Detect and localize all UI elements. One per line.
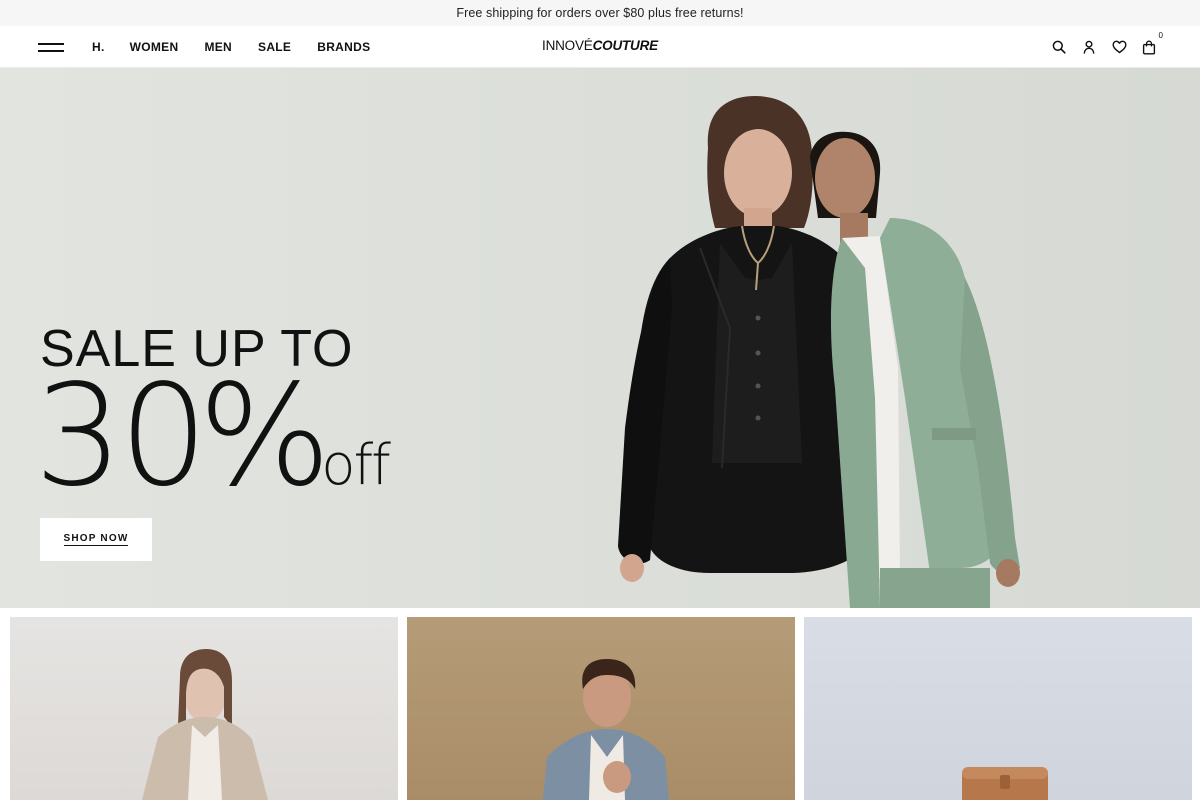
bag-icon[interactable]: 0 [1138,31,1163,58]
nav-sale[interactable]: SALE [258,40,291,54]
hero-discount-off: off [321,433,391,498]
site-header: H. WOMEN MEN SALE BRANDS INNOVÉCOUTURE 0 [0,26,1200,68]
user-icon[interactable] [1078,36,1100,58]
announcement-bar: Free shipping for orders over $80 plus f… [0,0,1200,26]
category-tile-accessories[interactable] [804,617,1192,800]
search-icon[interactable] [1048,36,1070,58]
main-nav: H. WOMEN MEN SALE BRANDS [92,26,396,68]
heart-icon[interactable] [1108,36,1130,58]
nav-brands[interactable]: BRANDS [317,40,370,54]
hero-discount-percent: % [198,355,332,518]
category-tile-women[interactable] [10,617,398,800]
nav-home[interactable]: H. [92,40,105,54]
cart-count-badge: 0 [1158,31,1163,40]
nav-women[interactable]: WOMEN [130,40,179,54]
women-category-image [142,649,268,800]
hero-headline: SALE UP TO 30%off [34,323,391,507]
category-tile-men[interactable] [407,617,795,800]
shop-now-label: SHOP NOW [63,533,129,546]
logo-link[interactable]: INNOVÉCOUTURE [542,38,658,53]
hero-discount: 30%off [34,367,391,507]
logo-part2: COUTURE [592,38,659,53]
hero-banner: SALE UP TO 30%off SHOP NOW [0,68,1200,608]
header-icons: 0 [1040,31,1163,58]
accessories-category-image [962,767,1048,800]
hero-discount-number: 30 [34,355,208,518]
nav-men[interactable]: MEN [204,40,232,54]
men-category-image [543,659,669,800]
hero-models-image [618,96,1020,608]
logo-part1: INNOVÉ [542,38,593,53]
shop-now-button[interactable]: SHOP NOW [40,518,152,561]
menu-icon[interactable] [38,40,66,54]
announcement-text: Free shipping for orders over $80 plus f… [456,6,744,20]
